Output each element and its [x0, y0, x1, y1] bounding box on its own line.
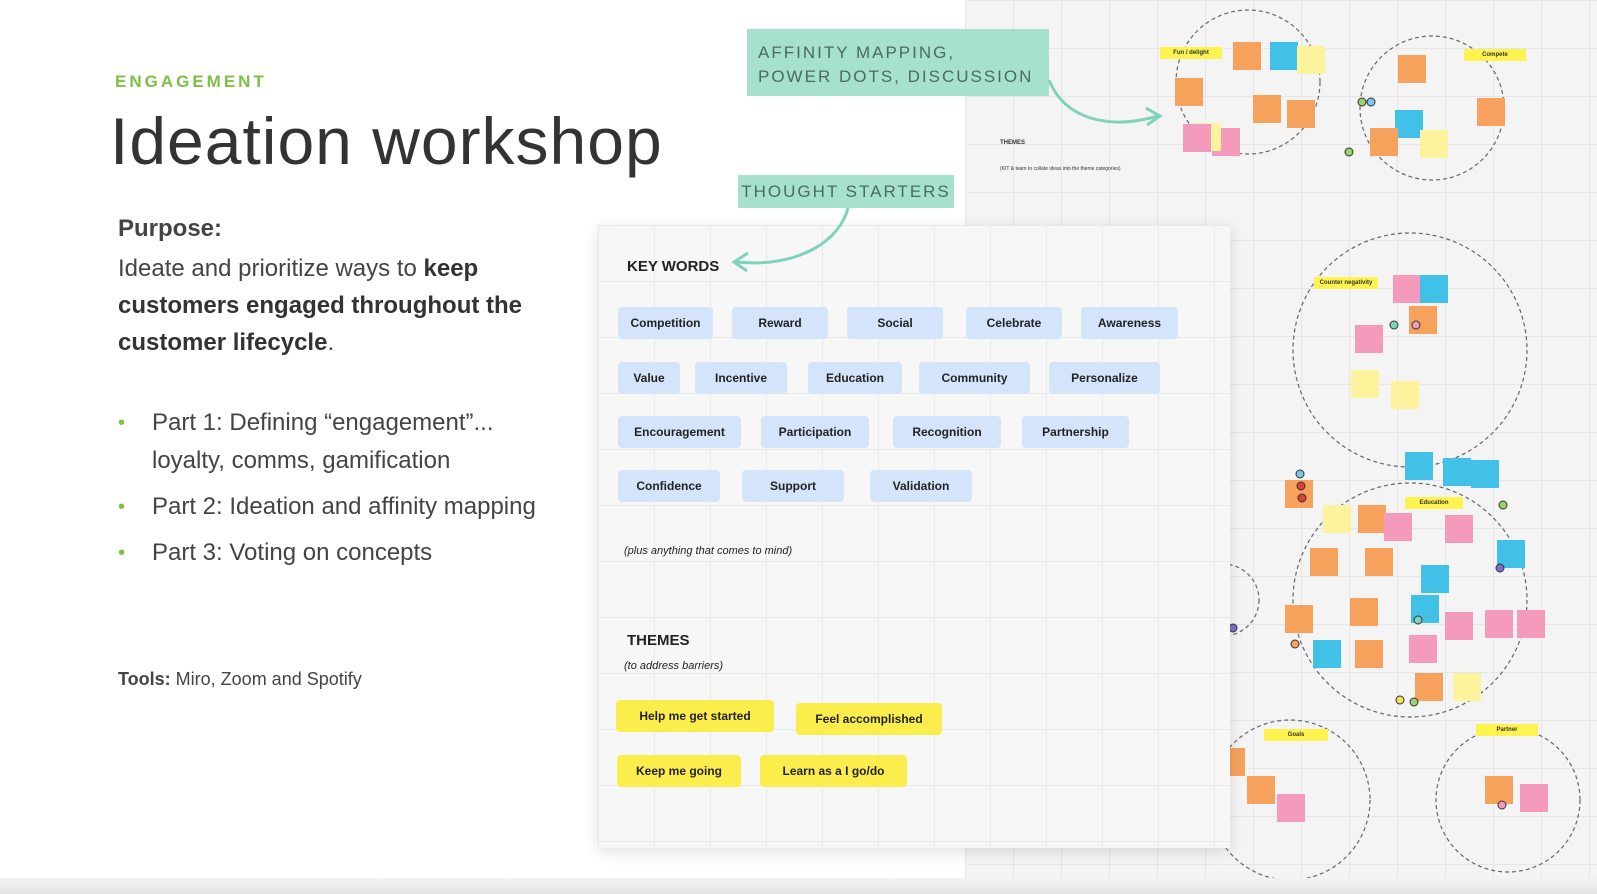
- bullet-icon: •: [118, 496, 126, 518]
- tools-value: Miro, Zoom and Spotify: [175, 669, 362, 689]
- list-item: • Part 3: Voting on concepts: [118, 534, 548, 572]
- bullet-icon: •: [118, 412, 126, 434]
- parts-list: • Part 1: Defining “engagement”... loyalt…: [118, 404, 548, 580]
- list-item-text: Part 3: Voting on concepts: [152, 539, 433, 566]
- purpose-text: Ideate and prioritize ways to keep custo…: [118, 250, 558, 361]
- list-item-text: Part 2: Ideation and affinity mapping: [152, 493, 536, 520]
- arrow-to-keywords: [735, 207, 850, 265]
- bullet-icon: •: [118, 542, 126, 564]
- section-eyebrow: ENGAGEMENT: [115, 72, 267, 91]
- page-title: Ideation workshop: [110, 104, 663, 178]
- purpose-text-end: .: [327, 329, 335, 356]
- tools-label: Tools:: [118, 669, 171, 689]
- purpose-text-start: Ideate and prioritize ways to: [118, 255, 424, 282]
- list-item-text: Part 1: Defining “engagement”... loyalty…: [152, 409, 494, 474]
- tools-line: Tools: Miro, Zoom and Spotify: [118, 669, 362, 690]
- bottom-shadow: [0, 878, 1597, 894]
- list-item: • Part 2: Ideation and affinity mapping: [118, 488, 548, 526]
- list-item: • Part 1: Defining “engagement”... loyalt…: [118, 404, 548, 480]
- arrow-to-board: [1047, 79, 1159, 124]
- purpose-heading: Purpose:: [118, 215, 223, 242]
